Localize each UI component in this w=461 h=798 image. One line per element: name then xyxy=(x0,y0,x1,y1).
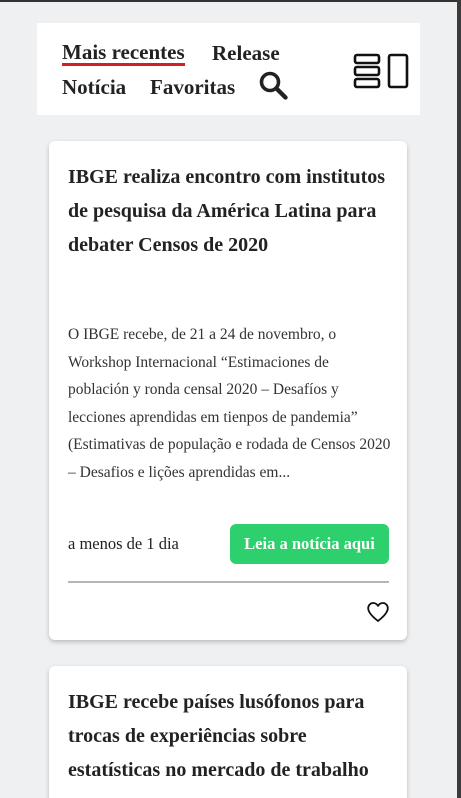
news-card: IBGE recebe países lusófonos para trocas… xyxy=(49,666,407,798)
scrollbar-edge xyxy=(457,0,461,798)
header-nav: Mais recentes Release Notícia Favoritas xyxy=(37,23,420,115)
news-timestamp: a menos de 1 dia xyxy=(68,534,179,553)
heart-outline-icon[interactable] xyxy=(366,601,390,623)
top-edge-line xyxy=(0,0,461,2)
news-title[interactable]: IBGE recebe países lusófonos para trocas… xyxy=(68,685,393,787)
news-excerpt: O IBGE recebe, de 21 a 24 de novembro, o… xyxy=(68,326,391,481)
news-card: IBGE realiza encontro com institutos de … xyxy=(49,141,407,640)
search-icon[interactable] xyxy=(258,70,290,102)
news-title[interactable]: IBGE realiza encontro com institutos de … xyxy=(68,160,393,262)
nav-item-release[interactable]: Release xyxy=(212,41,280,65)
card-divider xyxy=(68,581,389,583)
layout-toggle-icon[interactable] xyxy=(353,53,411,89)
nav-item-mais-recentes[interactable]: Mais recentes xyxy=(62,41,185,66)
nav-item-noticia[interactable]: Notícia xyxy=(62,75,126,99)
nav-item-favoritas[interactable]: Favoritas xyxy=(150,75,235,99)
read-news-button[interactable]: Leia a notícia aqui xyxy=(230,524,389,564)
